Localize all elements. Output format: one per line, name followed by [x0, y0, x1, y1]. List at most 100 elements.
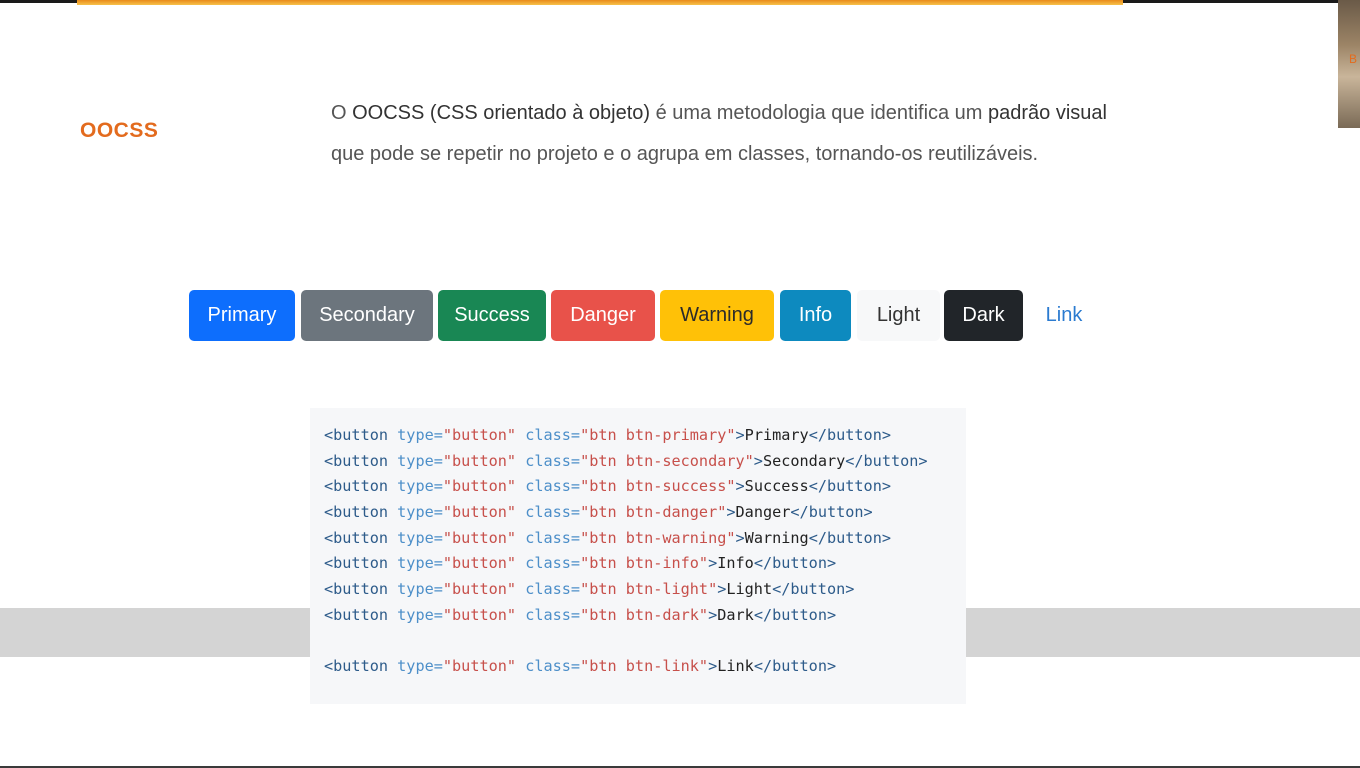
code-snippet: <button type="button" class="btn btn-pri…: [310, 408, 966, 704]
code-token: >: [708, 605, 718, 624]
code-line: <button type="button" class="btn btn-dan…: [324, 500, 928, 526]
code-token: Primary: [744, 426, 809, 444]
code-token: <button: [324, 580, 389, 599]
code-token: type=: [388, 580, 443, 599]
code-token: </button>: [753, 605, 837, 624]
code-line: <button type="button" class="btn btn-war…: [324, 526, 928, 552]
code-token: class=: [516, 528, 581, 547]
code-token: <button: [324, 528, 389, 547]
code-token: >: [708, 554, 718, 573]
code-token: >: [726, 503, 736, 522]
code-token: Warning: [744, 528, 809, 547]
code-token: <button: [324, 657, 389, 676]
code-token: >: [753, 451, 763, 470]
code-lines: <button type="button" class="btn btn-pri…: [324, 423, 928, 680]
code-token: class=: [516, 503, 581, 522]
code-token: type=: [388, 477, 443, 496]
description-text: O: [331, 102, 353, 124]
code-token: <button: [324, 477, 389, 496]
code-line: <button type="button" class="btn btn-pri…: [324, 423, 928, 449]
link-button[interactable]: Link: [1029, 290, 1099, 341]
code-token: <button: [324, 503, 389, 522]
slide-accent-bar: [77, 0, 1123, 5]
success-button[interactable]: Success: [438, 290, 546, 341]
code-token: class=: [516, 426, 581, 444]
code-token: Info: [717, 554, 754, 573]
code-token: type=: [388, 426, 443, 444]
code-line: <button type="button" class="btn btn-suc…: [324, 474, 928, 500]
code-token: <button: [324, 605, 389, 624]
code-token: Secondary: [762, 451, 846, 470]
code-token: Danger: [735, 503, 791, 522]
light-button[interactable]: Light: [857, 290, 940, 341]
code-token: </button>: [753, 554, 837, 573]
code-token: >: [708, 657, 718, 676]
webcam-label: B: [1349, 52, 1358, 66]
code-token: <button: [324, 426, 389, 444]
code-token: type=: [388, 451, 443, 470]
code-token: Success: [744, 477, 809, 496]
code-token: </button>: [808, 477, 891, 496]
code-token: Light: [726, 580, 773, 599]
code-token: "btn btn-dark": [580, 605, 709, 624]
section-title: OOCSS: [80, 119, 159, 142]
code-token: "btn btn-primary": [580, 426, 736, 444]
code-token: "button": [442, 477, 517, 496]
code-token: >: [717, 580, 727, 599]
description-text: que pode se repetir no projeto e o agrup…: [331, 143, 1039, 165]
description-strong-oocss: OOCSS (CSS orientado à objeto): [352, 102, 651, 124]
code-token: class=: [516, 580, 581, 599]
code-token: <button: [324, 451, 389, 470]
code-token: "button": [442, 605, 517, 624]
code-token: "button": [442, 451, 517, 470]
danger-button[interactable]: Danger: [551, 290, 655, 341]
description-strong-visual: padrão visual: [988, 102, 1107, 124]
dark-button[interactable]: Dark: [944, 290, 1023, 341]
code-token: type=: [388, 605, 443, 624]
code-token: "btn btn-warning": [580, 528, 736, 547]
code-token: "button": [442, 580, 517, 599]
description-paragraph: O OOCSS (CSS orientado à objeto) é uma m…: [331, 93, 1111, 175]
code-token: "btn btn-info": [580, 554, 709, 573]
code-token: </button>: [790, 503, 873, 522]
code-token: class=: [516, 451, 581, 470]
code-token: class=: [516, 605, 581, 624]
code-token: "button": [442, 528, 517, 547]
code-line: <button type="button" class="btn btn-lig…: [324, 577, 928, 603]
code-token: "button": [442, 503, 517, 522]
code-token: type=: [388, 657, 443, 676]
code-line: <button type="button" class="btn btn-sec…: [324, 449, 928, 475]
code-token: </button>: [753, 657, 837, 676]
code-line: <button type="button" class="btn btn-inf…: [324, 551, 928, 577]
description-text: é uma metodologia que identifica um: [650, 102, 989, 124]
info-button[interactable]: Info: [780, 290, 851, 341]
code-token: class=: [516, 657, 581, 676]
code-token: "btn btn-secondary": [580, 451, 754, 470]
code-token: Link: [717, 657, 754, 676]
code-token: type=: [388, 503, 443, 522]
code-line: <button type="button" class="btn btn-lin…: [324, 654, 928, 680]
secondary-button[interactable]: Secondary: [301, 290, 433, 341]
code-token: "btn btn-link": [580, 657, 709, 676]
code-token: "button": [442, 657, 517, 676]
code-token: type=: [388, 554, 443, 573]
primary-button[interactable]: Primary: [189, 290, 295, 341]
code-token: </button>: [808, 528, 891, 547]
code-token: </button>: [845, 451, 928, 470]
code-token: "btn btn-success": [580, 477, 736, 496]
code-token: </button>: [808, 426, 891, 444]
code-token: </button>: [772, 580, 855, 599]
code-token: class=: [516, 477, 581, 496]
code-token: type=: [388, 528, 443, 547]
warning-button[interactable]: Warning: [660, 290, 774, 341]
code-token: >: [735, 477, 745, 496]
code-token: <button: [324, 554, 389, 573]
code-token: class=: [516, 554, 581, 573]
code-token: "btn btn-danger": [580, 503, 727, 522]
code-token: "button": [442, 426, 517, 444]
code-line: <button type="button" class="btn btn-dar…: [324, 603, 928, 629]
code-token: "btn btn-light": [580, 580, 718, 599]
code-token: Dark: [717, 605, 754, 624]
code-token: >: [735, 426, 745, 444]
